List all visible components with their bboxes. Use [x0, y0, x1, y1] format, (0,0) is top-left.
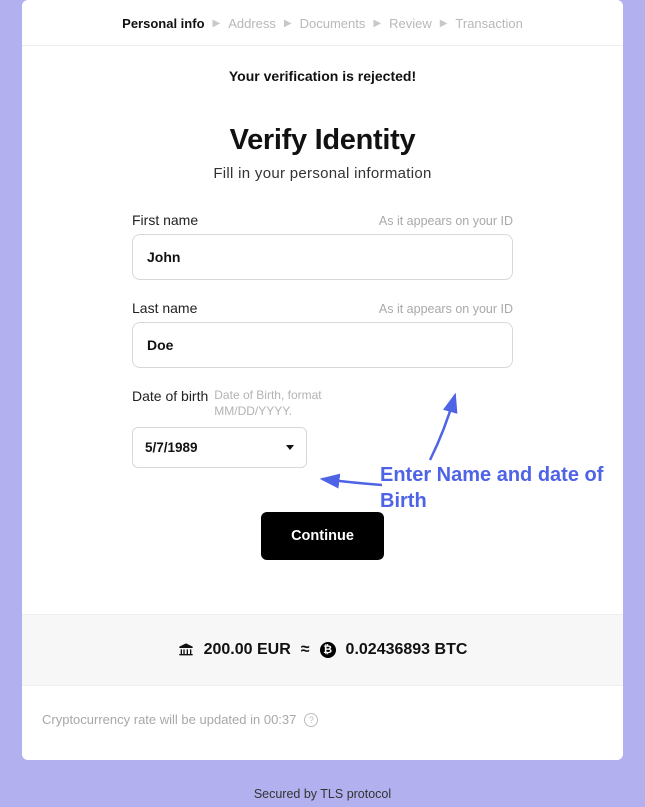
- breadcrumb-step-personal[interactable]: Personal info: [122, 16, 204, 31]
- first-name-hint: As it appears on your ID: [379, 214, 513, 228]
- page-subtitle: Fill in your personal information: [22, 165, 623, 182]
- breadcrumb-step-documents[interactable]: Documents: [300, 16, 366, 31]
- breadcrumb: Personal info ▶ Address ▶ Documents ▶ Re…: [22, 0, 623, 46]
- crypto-amount: 0.02436893 BTC: [346, 641, 468, 659]
- last-name-input[interactable]: [132, 322, 513, 368]
- identity-form: First name As it appears on your ID Last…: [22, 182, 623, 560]
- approx-symbol: ≈: [301, 641, 310, 659]
- breadcrumb-step-address[interactable]: Address: [228, 16, 276, 31]
- chevron-right-icon: ▶: [373, 18, 381, 29]
- bitcoin-icon: ₿: [320, 642, 336, 658]
- breadcrumb-step-transaction[interactable]: Transaction: [455, 16, 522, 31]
- dob-input[interactable]: 5/7/1989: [132, 427, 307, 468]
- last-name-field: Last name As it appears on your ID: [132, 300, 513, 368]
- fiat-amount: 200.00 EUR: [204, 641, 291, 659]
- info-icon[interactable]: ?: [304, 713, 318, 727]
- first-name-label: First name: [132, 212, 198, 228]
- dob-field: Date of birth Date of Birth, format MM/D…: [132, 388, 513, 468]
- last-name-hint: As it appears on your ID: [379, 302, 513, 316]
- breadcrumb-step-review[interactable]: Review: [389, 16, 432, 31]
- continue-button[interactable]: Continue: [261, 512, 384, 560]
- rate-text: Cryptocurrency rate will be updated in 0…: [42, 712, 296, 727]
- chevron-right-icon: ▶: [284, 18, 292, 29]
- verification-card: Personal info ▶ Address ▶ Documents ▶ Re…: [22, 0, 623, 760]
- dob-value: 5/7/1989: [145, 440, 198, 455]
- chevron-down-icon: [286, 445, 294, 450]
- bank-icon: [178, 642, 194, 658]
- rejection-banner: Your verification is rejected!: [22, 46, 623, 94]
- dob-label: Date of birth: [132, 388, 208, 406]
- first-name-input[interactable]: [132, 234, 513, 280]
- page-title: Verify Identity: [22, 124, 623, 157]
- conversion-summary: 200.00 EUR ≈ ₿ 0.02436893 BTC: [22, 614, 623, 686]
- chevron-right-icon: ▶: [440, 18, 448, 29]
- last-name-label: Last name: [132, 300, 197, 316]
- dob-hint: Date of Birth, format MM/DD/YYYY.: [214, 388, 374, 419]
- chevron-right-icon: ▶: [213, 18, 221, 29]
- tls-footer: Secured by TLS protocol: [0, 787, 645, 801]
- first-name-field: First name As it appears on your ID: [132, 212, 513, 280]
- rate-update-line: Cryptocurrency rate will be updated in 0…: [22, 686, 623, 753]
